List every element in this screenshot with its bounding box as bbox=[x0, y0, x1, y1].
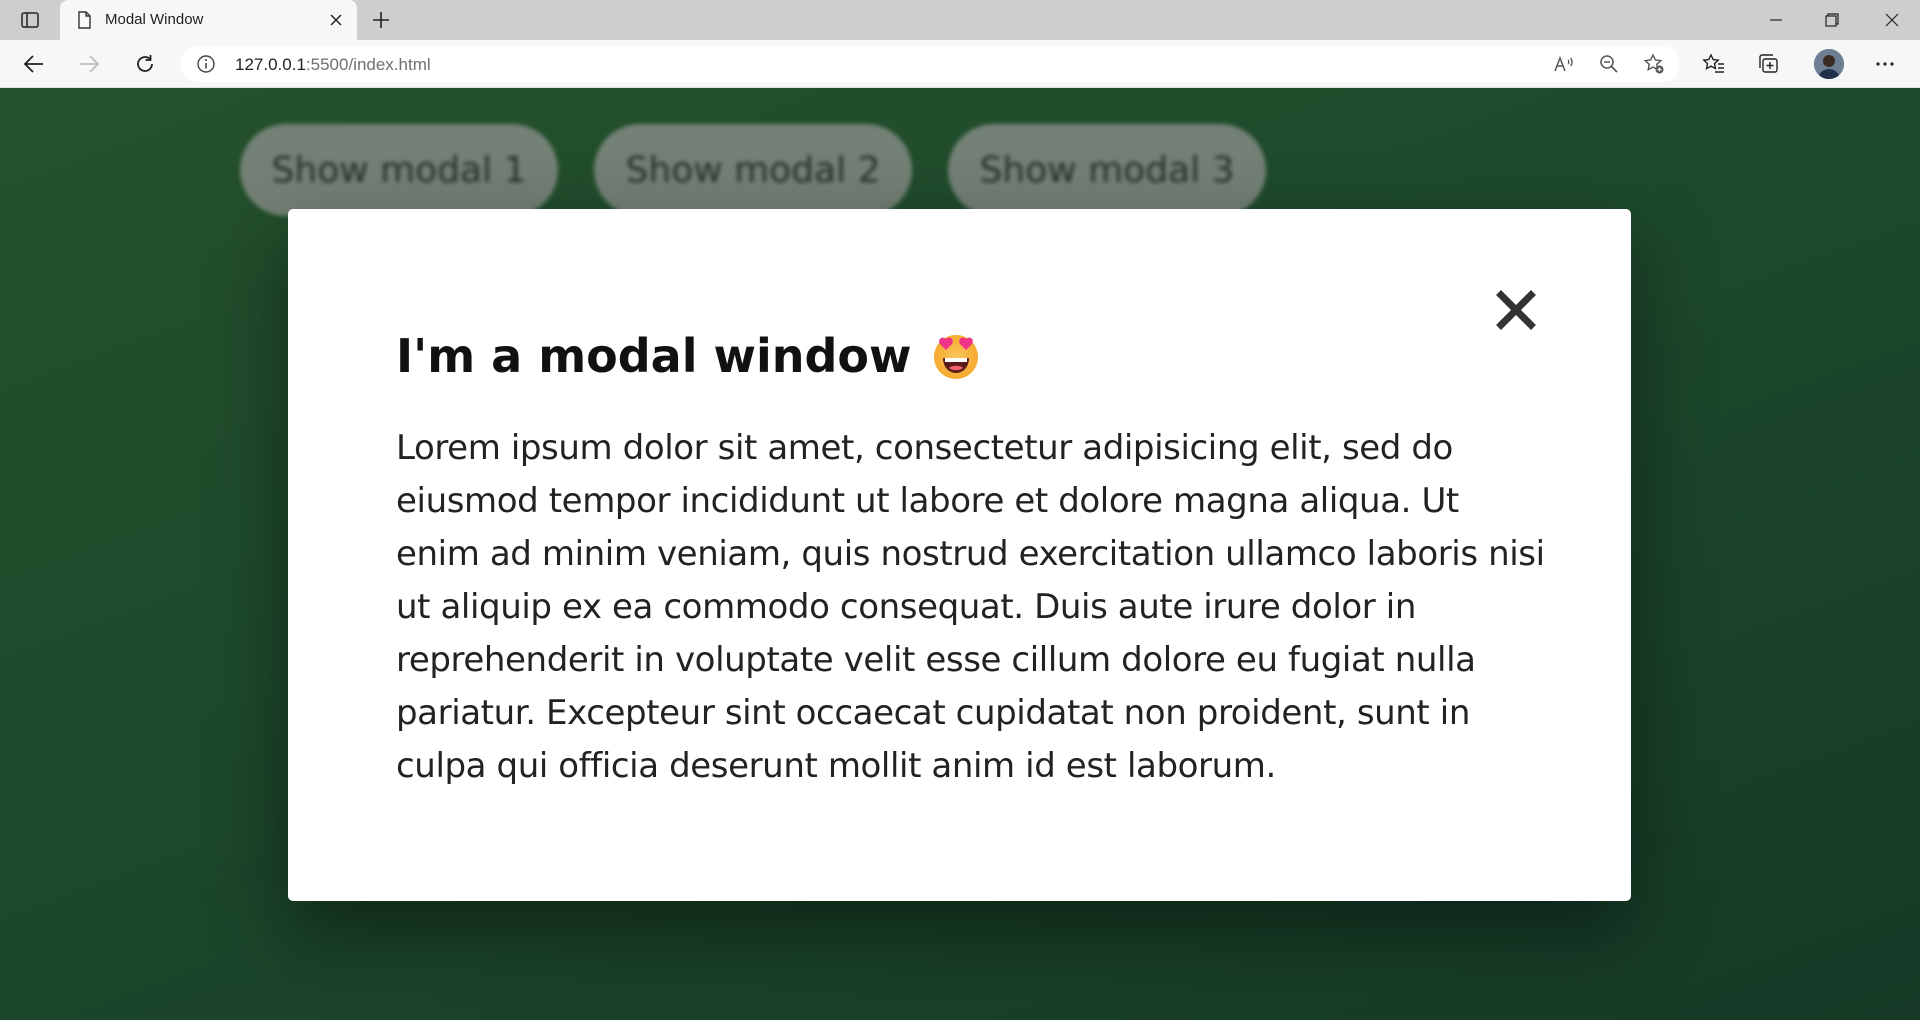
tab-title: Modal Window bbox=[105, 11, 204, 28]
minimize-icon[interactable] bbox=[1748, 0, 1804, 40]
window-close-icon[interactable] bbox=[1864, 0, 1920, 40]
modal-window: I'm a modal window Lorem ipsum dolor sit… bbox=[288, 209, 1631, 901]
page-viewport: Show modal 1 Show modal 2 Show modal 3 I… bbox=[0, 88, 1920, 1020]
url-text: 127.0.0.1:5500/index.html bbox=[235, 55, 431, 75]
forward-arrow-icon[interactable] bbox=[72, 48, 106, 80]
profile-avatar[interactable] bbox=[1814, 49, 1844, 79]
new-tab-icon[interactable] bbox=[368, 7, 394, 33]
add-favorite-icon[interactable] bbox=[1641, 52, 1667, 76]
refresh-icon[interactable] bbox=[128, 48, 162, 80]
read-aloud-icon[interactable] bbox=[1551, 52, 1577, 76]
back-arrow-icon[interactable] bbox=[17, 48, 51, 80]
favorites-icon[interactable] bbox=[1697, 48, 1731, 80]
address-bar[interactable]: 127.0.0.1:5500/index.html bbox=[180, 46, 1680, 82]
browser-tab-bar: Modal Window bbox=[0, 0, 1920, 40]
modal-title: I'm a modal window bbox=[396, 329, 912, 383]
url-path: :5500/index.html bbox=[305, 55, 431, 74]
url-host: 127.0.0.1 bbox=[235, 55, 306, 74]
star-struck-heart-eyes-emoji-icon bbox=[930, 330, 982, 382]
more-options-icon[interactable] bbox=[1868, 48, 1902, 80]
modal-close-icon[interactable] bbox=[1493, 287, 1539, 333]
tab-close-icon[interactable] bbox=[325, 9, 347, 31]
collections-icon[interactable] bbox=[1752, 48, 1786, 80]
tab-actions-icon[interactable] bbox=[12, 8, 48, 32]
modal-heading: I'm a modal window bbox=[396, 329, 982, 383]
site-info-icon[interactable] bbox=[196, 54, 216, 74]
browser-tab[interactable]: Modal Window bbox=[60, 0, 357, 40]
restore-icon[interactable] bbox=[1804, 0, 1860, 40]
browser-toolbar: 127.0.0.1:5500/index.html bbox=[0, 40, 1920, 88]
zoom-out-icon[interactable] bbox=[1596, 52, 1622, 76]
page-file-icon bbox=[74, 10, 94, 30]
modal-body-text: Lorem ipsum dolor sit amet, consectetur … bbox=[396, 428, 1545, 786]
